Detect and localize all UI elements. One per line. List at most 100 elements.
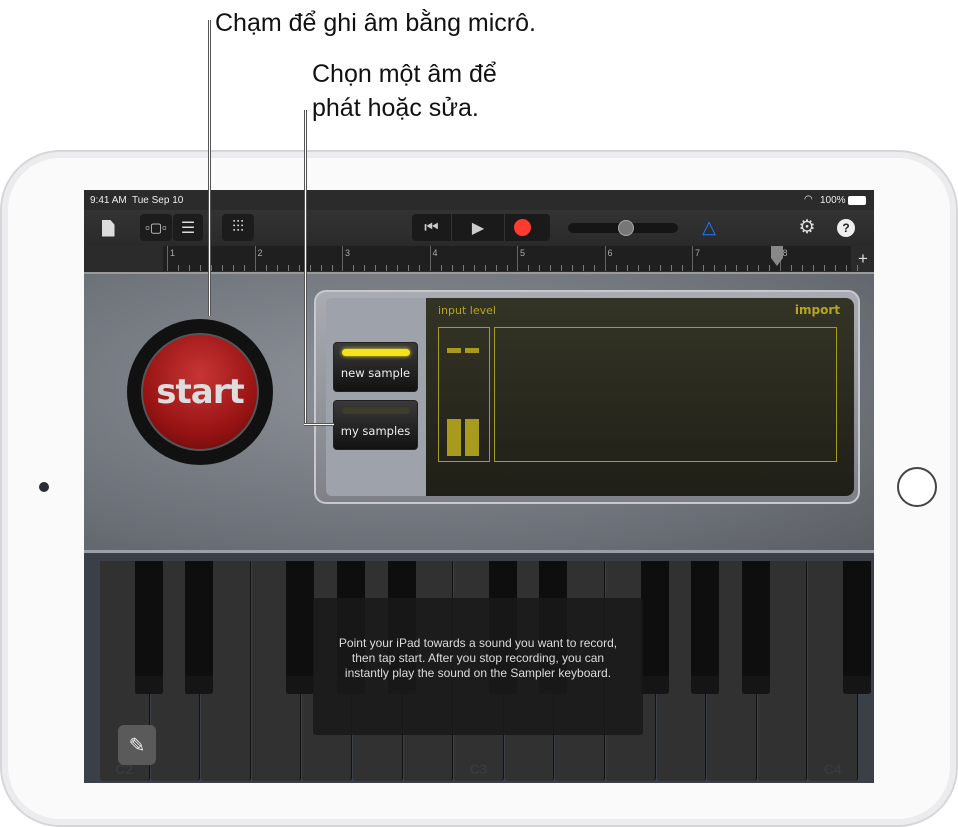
toolbar: ▫▢▫ ☰ ⫶⫶⫶ ⏮ ▶ △ ⚙ ? [84, 210, 874, 246]
key-label-c3: C3 [469, 761, 488, 777]
peak-right [465, 348, 479, 353]
ruler-bar-number: 4 [432, 248, 438, 258]
start-button[interactable]: start [127, 319, 273, 465]
add-section-button[interactable]: + [852, 246, 874, 271]
status-time: 9:41 AM [90, 195, 127, 206]
black-key[interactable] [134, 561, 163, 694]
ruler-tick [725, 265, 726, 271]
ruler-tick [386, 265, 387, 271]
ruler-tick [440, 265, 442, 271]
input-level-meter [438, 327, 490, 462]
import-button[interactable]: import [795, 303, 840, 317]
ruler-tick [375, 265, 376, 271]
ruler-tick [834, 265, 836, 271]
help-icon[interactable]: ? [837, 219, 855, 237]
ruler-tick [200, 265, 201, 271]
black-key[interactable] [640, 561, 669, 694]
ruler-tick [276, 265, 278, 271]
black-key[interactable] [337, 561, 365, 694]
mixer-button[interactable]: ⫶⫶⫶ [222, 214, 254, 241]
ruler-tick [703, 265, 704, 271]
black-key[interactable] [741, 561, 770, 694]
rewind-icon[interactable]: ⏮ [412, 214, 452, 241]
ruler-tick [265, 265, 267, 271]
sampler-panel: start new sample my samples input level … [84, 272, 874, 552]
ruler-tick [484, 265, 486, 271]
ruler-bar-line [342, 246, 343, 271]
ruler-tick [528, 265, 529, 271]
black-key[interactable] [691, 561, 720, 694]
keyboard: C2 C3 C4 [84, 550, 874, 783]
ruler-tick [670, 265, 672, 271]
metronome-icon[interactable]: △ [696, 214, 722, 241]
transport-controls: ⏮ ▶ [412, 214, 550, 241]
playhead[interactable] [771, 246, 783, 266]
ruler-tick [801, 265, 803, 271]
my-samples-label: my samples [340, 424, 411, 438]
garageband-screen: 9:41 AM Tue Sep 10 ◠ 100% ▫▢▫ ☰ ⫶⫶⫶ ⏮ ▶ … [84, 190, 874, 783]
black-key[interactable] [387, 561, 416, 694]
play-icon[interactable]: ▶ [452, 214, 505, 241]
wifi-icon: ◠ [804, 194, 813, 205]
black-key[interactable] [286, 561, 315, 694]
ruler-bar-number: 1 [170, 248, 176, 258]
ruler-bar-line [254, 246, 256, 271]
tracks-view-button[interactable]: ▫▢▫ [140, 214, 172, 241]
new-sample-button[interactable]: new sample [333, 342, 418, 392]
ruler-tick [648, 265, 650, 271]
sample-display: input level import [426, 298, 854, 496]
ruler-bar-number: 8 [782, 248, 788, 258]
ruler-tick [637, 265, 639, 271]
ruler-tick [539, 265, 540, 271]
ruler-tick [550, 265, 551, 271]
settings-icon[interactable]: ⚙ [794, 214, 820, 241]
level-bar-left [447, 419, 461, 456]
ruler-tick [736, 265, 737, 271]
document-icon[interactable] [96, 216, 120, 240]
black-key[interactable] [185, 561, 214, 694]
ruler-tick [419, 265, 420, 271]
status-bar: 9:41 AM Tue Sep 10 ◠ 100% [84, 190, 874, 210]
ruler-tick [812, 265, 814, 271]
ruler-tick [561, 265, 562, 271]
ruler-tick [309, 265, 311, 271]
start-button-label: start [141, 333, 259, 451]
input-level-label: input level [438, 304, 496, 317]
browser-view-button[interactable]: ☰ [173, 214, 203, 241]
ruler-tick [353, 265, 354, 271]
ruler-tick [626, 265, 628, 271]
ruler-bar-line [167, 246, 168, 271]
ruler-bar-number: 3 [345, 248, 351, 258]
ruler-tick [364, 265, 365, 271]
ruler-bar-line [692, 246, 693, 271]
sample-buttons-area: new sample my samples [326, 298, 428, 496]
callout-record: Chạm để ghi âm bằng micrô. [215, 9, 536, 37]
ruler-tick [189, 265, 190, 271]
new-sample-label: new sample [340, 366, 411, 380]
tracks-view-icon: ▫▢▫ [145, 219, 167, 235]
my-samples-button[interactable]: my samples [333, 400, 418, 450]
ruler-tick [298, 265, 300, 271]
volume-slider[interactable] [568, 220, 678, 236]
home-button[interactable] [897, 467, 937, 507]
ruler-bar-number: 6 [607, 248, 613, 258]
ruler-tick [615, 265, 617, 271]
black-key[interactable] [843, 561, 871, 694]
key-label-c4: C4 [823, 761, 842, 777]
ruler-tick [845, 265, 847, 271]
ruler-bar-line [604, 246, 606, 271]
callout-line-choose [304, 110, 307, 426]
ruler[interactable]: 1 2 3 4 5 6 7 8 [163, 246, 858, 271]
callout-line-record [208, 20, 211, 316]
key-label-c2: C2 [115, 761, 134, 777]
ruler-tick [506, 265, 508, 271]
black-key[interactable] [488, 561, 517, 694]
record-icon[interactable] [514, 219, 531, 236]
ruler-bar-number: 2 [257, 248, 263, 258]
callout-choose-line2: phát hoặc sửa. [312, 94, 479, 122]
ruler-bar-line [429, 246, 431, 271]
ruler-tick [408, 265, 409, 271]
black-key[interactable] [539, 561, 568, 694]
volume-slider-knob[interactable] [618, 220, 634, 236]
ruler-tick [473, 265, 475, 271]
